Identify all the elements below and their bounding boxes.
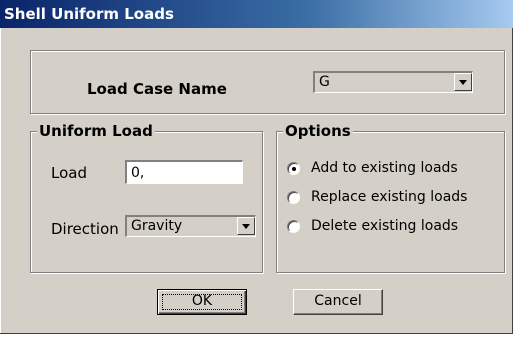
load-input[interactable] <box>125 160 243 184</box>
direction-value: Gravity <box>131 218 183 234</box>
title-bar[interactable]: Shell Uniform Loads <box>0 0 513 28</box>
radio-button[interactable] <box>287 220 300 233</box>
direction-dropdown-button[interactable] <box>237 217 255 235</box>
load-case-value: G <box>319 74 330 90</box>
load-case-select[interactable]: G <box>313 71 473 93</box>
direction-label: Direction <box>51 220 119 238</box>
radio-label: Replace existing loads <box>311 189 468 205</box>
radio-button[interactable] <box>287 162 300 175</box>
chevron-down-icon <box>242 224 250 229</box>
ok-button[interactable]: OK <box>157 289 247 315</box>
uniform-load-group: Uniform Load Load Direction Gravity <box>30 122 263 273</box>
radio-button[interactable] <box>287 191 300 204</box>
radio-label: Delete existing loads <box>311 218 459 234</box>
radio-replace-existing[interactable]: Replace existing loads <box>287 189 497 209</box>
radio-selected-dot <box>292 167 296 171</box>
load-case-label: Load Case Name <box>87 80 227 98</box>
uniform-load-legend: Uniform Load <box>37 122 155 140</box>
load-case-dropdown-button[interactable] <box>454 73 472 91</box>
options-group: Options Add to existing loads Replace ex… <box>276 122 505 273</box>
chevron-down-icon <box>459 80 467 85</box>
load-label: Load <box>51 164 87 182</box>
cancel-button[interactable]: Cancel <box>293 289 383 315</box>
radio-add-to-existing[interactable]: Add to existing loads <box>287 160 497 180</box>
direction-select[interactable]: Gravity <box>125 215 256 237</box>
radio-label: Add to existing loads <box>311 160 458 176</box>
dialog-window: Shell Uniform Loads Load Case Name G Uni… <box>0 0 513 334</box>
focus-rectangle <box>162 294 242 310</box>
cancel-button-label: Cancel <box>314 293 362 309</box>
load-case-panel: Load Case Name G <box>30 50 505 114</box>
radio-delete-existing[interactable]: Delete existing loads <box>287 218 497 238</box>
options-legend: Options <box>283 122 353 140</box>
window-title: Shell Uniform Loads <box>4 5 174 23</box>
